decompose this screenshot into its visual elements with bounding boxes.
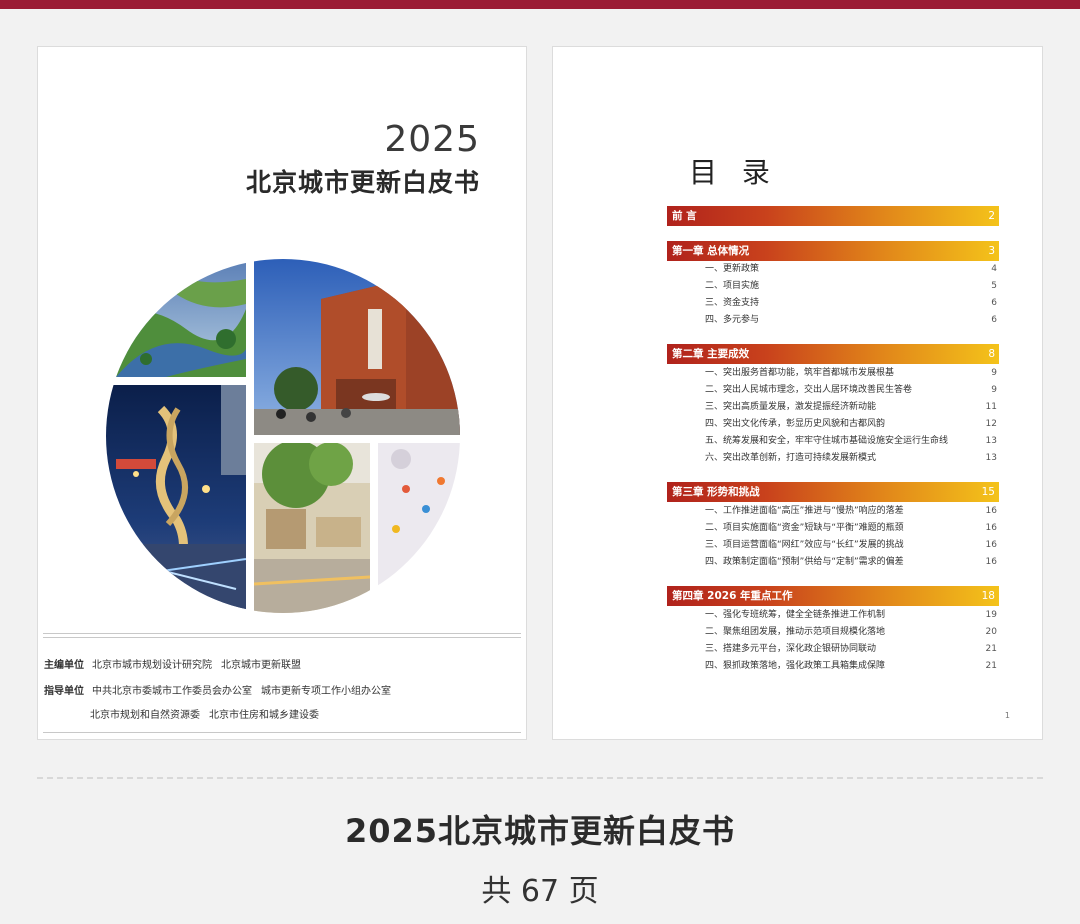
- toc-item-label: 一、强化专班统筹，健全全链条推进工作机制: [705, 610, 886, 620]
- toc-item[interactable]: 二、项目实施 5: [705, 279, 997, 293]
- toc-item-page: 16: [985, 523, 997, 533]
- toc-item-label: 四、政策制定面临“预制”供给与“定制”需求的偏差: [705, 557, 904, 567]
- climbing-wall-photo: [378, 443, 460, 613]
- toc-item-label: 三、搭建多元平台，深化政企银研协同联动: [705, 644, 877, 654]
- toc-item[interactable]: 一、突出服务首都功能，筑牢首都城市发展根基 9: [705, 366, 997, 380]
- toc-item-page: 19: [985, 610, 997, 620]
- toc-item-label: 四、突出文化传承，彰显历史风貌和古都风韵: [705, 419, 886, 429]
- toc-item[interactable]: 四、政策制定面临“预制”供给与“定制”需求的偏差 16: [705, 555, 997, 569]
- toc-section-page: 3: [988, 245, 995, 257]
- toc-item[interactable]: 四、突出文化传承，彰显历史风貌和古都风韵 12: [705, 417, 997, 431]
- toc-item-label: 六、突出改革创新，打造可持续发展新模式: [705, 453, 877, 463]
- cover-photo-collage: [106, 259, 460, 613]
- river-park-photo: [106, 259, 248, 377]
- toc-item-page: 16: [985, 540, 997, 550]
- toc-item-label: 三、突出高质量发展，激发提振经济新动能: [705, 402, 877, 412]
- toc-item[interactable]: 四、多元参与 6: [705, 313, 997, 327]
- toc-item-page: 4: [991, 264, 997, 274]
- toc-item-label: 四、多元参与: [705, 315, 760, 325]
- editor-org-1: 北京市城市规划设计研究院: [92, 660, 212, 671]
- street-tree-photo: [253, 440, 371, 613]
- toc-section-label: 第四章 2026 年重点工作: [672, 590, 793, 602]
- toc-item-label: 二、项目实施面临“资金”短缺与“平衡”难题的瓶颈: [705, 523, 904, 533]
- toc-section-chapter-2[interactable]: 第二章 主要成效 8: [667, 344, 999, 364]
- toc-item-page: 12: [985, 419, 997, 429]
- page-count: 共 67 页: [481, 874, 599, 909]
- toc-section-page: 18: [981, 590, 995, 602]
- toc-item-label: 三、项目运营面临“网红”效应与“长红”发展的挑战: [705, 540, 904, 550]
- guide-org-2: 城市更新专项工作小组办公室: [261, 686, 391, 697]
- toc-page[interactable]: 目 录 前 言 2 第一章 总体情况 3 一、更新政策 4 二、项目实施 5 三、资…: [552, 46, 1043, 740]
- toc-section-page: 8: [988, 348, 995, 360]
- cover-page[interactable]: 2025 北京城市更新白皮书 主编单位 北京市城市规划设计研究院 北京城市更新联…: [37, 46, 527, 740]
- toc-section-label: 第三章 形势和挑战: [672, 486, 760, 498]
- toc-item[interactable]: 三、资金支持 6: [705, 296, 997, 310]
- toc-section-label: 第一章 总体情况: [672, 245, 750, 257]
- toc-item-label: 一、突出服务首都功能，筑牢首都城市发展根基: [705, 368, 895, 378]
- toc-item[interactable]: 三、突出高质量发展，激发提振经济新动能 11: [705, 400, 997, 414]
- toc-item[interactable]: 四、狠抓政策落地，强化政策工具箱集成保障 21: [705, 659, 997, 673]
- toc-item[interactable]: 六、突出改革创新，打造可持续发展新模式 13: [705, 451, 997, 465]
- toc-item-page: 21: [985, 644, 997, 654]
- toc-item-label: 一、更新政策: [705, 264, 760, 274]
- guide-org-4: 北京市住房和城乡建设委: [209, 710, 319, 721]
- top-accent-bar: [0, 0, 1080, 9]
- toc-page-number: 1: [1004, 711, 1010, 720]
- toc-section-page: 2: [988, 210, 995, 222]
- toc-item-page: 5: [991, 281, 997, 291]
- toc-section-page: 15: [981, 486, 995, 498]
- toc-item-page: 20: [985, 627, 997, 637]
- guide-credit: 指导单位 中共北京市委城市工作委员会办公室 城市更新专项工作小组办公室: [44, 682, 391, 697]
- toc-section-preface[interactable]: 前 言 2: [667, 206, 999, 226]
- toc-item-page: 9: [991, 368, 997, 378]
- dashed-divider: [37, 777, 1043, 779]
- cover-divider-top-2: [43, 637, 521, 638]
- editor-credit: 主编单位 北京市城市规划设计研究院 北京城市更新联盟: [44, 656, 301, 671]
- toc-item-page: 6: [991, 298, 997, 308]
- guide-label: 指导单位: [44, 686, 84, 697]
- toc-item-label: 二、聚焦组团发展，推动示范项目规模化落地: [705, 627, 886, 637]
- toc-section-label: 第二章 主要成效: [672, 348, 750, 360]
- toc-item-page: 13: [985, 436, 997, 446]
- toc-item-label: 五、统筹发展和安全，牢牢守住城市基础设施安全运行生命线: [705, 436, 949, 446]
- toc-item-page: 16: [985, 506, 997, 516]
- toc-section-chapter-1[interactable]: 第一章 总体情况 3: [667, 241, 999, 261]
- toc-section-label: 前 言: [672, 210, 697, 222]
- toc-item-page: 9: [991, 385, 997, 395]
- guide-org-1: 中共北京市委城市工作委员会办公室: [92, 686, 252, 697]
- cover-divider-bottom: [43, 732, 521, 733]
- toc-item[interactable]: 一、工作推进面临“高压”推进与“慢热”响应的落差 16: [705, 504, 997, 518]
- document-title: 2025北京城市更新白皮书: [344, 812, 736, 850]
- toc-item-page: 13: [985, 453, 997, 463]
- toc-item[interactable]: 三、搭建多元平台，深化政企银研协同联动 21: [705, 642, 997, 656]
- toc-item-page: 16: [985, 557, 997, 567]
- editor-org-2: 北京城市更新联盟: [221, 660, 301, 671]
- toc-item[interactable]: 一、强化专班统筹，健全全链条推进工作机制 19: [705, 608, 997, 622]
- night-sculpture-photo: [106, 385, 247, 613]
- toc-item[interactable]: 二、突出人民城市理念，交出人居环境改善民生答卷 9: [705, 383, 997, 397]
- toc-item-page: 6: [991, 315, 997, 325]
- toc-item[interactable]: 二、聚焦组团发展，推动示范项目规模化落地 20: [705, 625, 997, 639]
- cover-year: 2025: [384, 119, 480, 160]
- toc-item-label: 四、狠抓政策落地，强化政策工具箱集成保障: [705, 661, 886, 671]
- toc-item-label: 二、项目实施: [705, 281, 760, 291]
- brick-building-photo: [254, 259, 460, 435]
- toc-section-chapter-4[interactable]: 第四章 2026 年重点工作 18: [667, 586, 999, 606]
- toc-item-label: 二、突出人民城市理念，交出人居环境改善民生答卷: [705, 385, 913, 395]
- toc-item[interactable]: 三、项目运营面临“网红”效应与“长红”发展的挑战 16: [705, 538, 997, 552]
- editor-label: 主编单位: [44, 660, 84, 671]
- guide-credit-2: 北京市规划和自然资源委 北京市住房和城乡建设委: [90, 706, 319, 721]
- toc-item-label: 三、资金支持: [705, 298, 760, 308]
- toc-item[interactable]: 二、项目实施面临“资金”短缺与“平衡”难题的瓶颈 16: [705, 521, 997, 535]
- toc-item[interactable]: 五、统筹发展和安全，牢牢守住城市基础设施安全运行生命线 13: [705, 434, 997, 448]
- toc-item[interactable]: 一、更新政策 4: [705, 262, 997, 276]
- toc-item-page: 21: [985, 661, 997, 671]
- cover-title: 北京城市更新白皮书: [245, 168, 480, 197]
- toc-title: 目 录: [689, 156, 778, 189]
- toc-item-page: 11: [985, 402, 997, 412]
- cover-divider-top: [43, 633, 521, 634]
- guide-org-3: 北京市规划和自然资源委: [90, 710, 200, 721]
- toc-item-label: 一、工作推进面临“高压”推进与“慢热”响应的落差: [705, 506, 904, 516]
- toc-section-chapter-3[interactable]: 第三章 形势和挑战 15: [667, 482, 999, 502]
